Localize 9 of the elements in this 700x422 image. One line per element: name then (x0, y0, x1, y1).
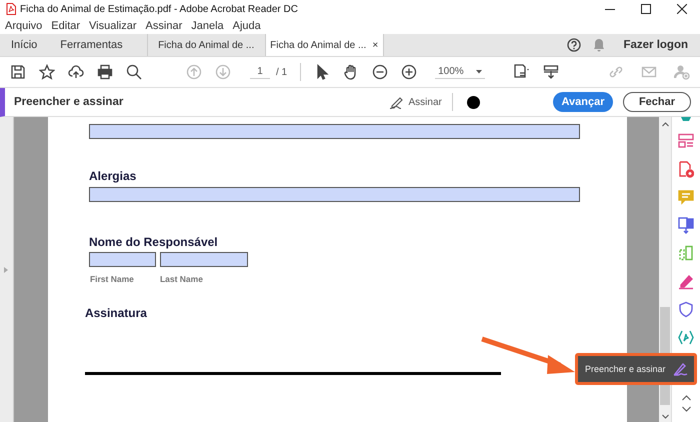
toolbar-title: Preencher e assinar (14, 96, 124, 108)
window-title: Ficha do Animal de Estimação.pdf - Adobe Acrobat Reader DC (20, 4, 299, 14)
tooltip-text: Preencher e assinar (585, 364, 666, 374)
field-label: Nome do Responsável (88, 235, 219, 249)
field-label: Assinatura (84, 306, 148, 320)
page-count: / 1 (276, 66, 288, 78)
field-label: Alergias (88, 169, 138, 183)
field-hint: Last Name (160, 274, 204, 284)
field-hint: First Name (90, 274, 135, 284)
